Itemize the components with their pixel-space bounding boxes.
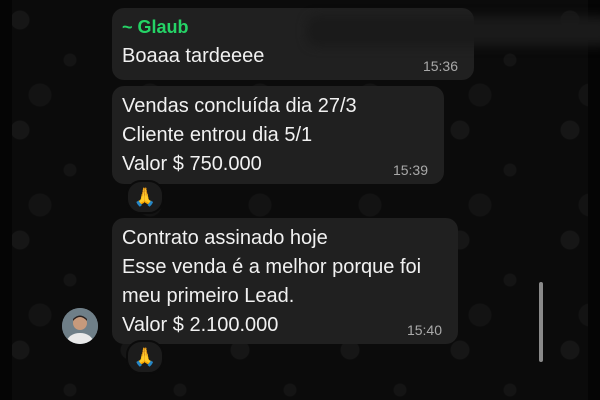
sender-name[interactable]: ~ Glaub <box>122 16 189 38</box>
message-text-line: Esse venda é a melhor porque foi <box>122 256 422 278</box>
message-text-line: Cliente entrou dia 5/1 <box>122 124 313 146</box>
message-bubble-2[interactable]: Vendas concluída dia 27/3 Cliente entrou… <box>112 86 444 184</box>
message-text-line: meu primeiro Lead. <box>122 285 295 307</box>
reaction-badge[interactable]: 🙏 <box>126 180 164 214</box>
folded-hands-icon: 🙏 <box>133 346 157 367</box>
message-timestamp: 15:36 <box>422 58 458 74</box>
message-text-line: Vendas concluída dia 27/3 <box>122 95 357 117</box>
message-text-line: Contrato assinado hoje <box>122 227 328 249</box>
folded-hands-icon: 🙏 <box>133 186 157 207</box>
message-timestamp: 15:39 <box>392 162 428 178</box>
message-text-line: Valor $ 2.100.000 <box>122 314 279 336</box>
message-timestamp: 15:40 <box>406 322 442 338</box>
screen-edge-right <box>588 0 600 400</box>
redacted-sender-blur <box>307 16 600 46</box>
screen-edge-left <box>0 0 12 400</box>
message-bubble-1[interactable]: ~ Glaub Boaaa tardeeee 15:36 <box>112 8 600 80</box>
avatar[interactable] <box>62 308 98 344</box>
message-text: Boaaa tardeeee <box>122 45 265 67</box>
message-bubble-3[interactable]: Contrato assinado hoje Esse venda é a me… <box>112 218 458 344</box>
reaction-badge[interactable]: 🙏 <box>126 340 164 374</box>
avatar-photo <box>62 308 98 344</box>
message-text-line: Valor $ 750.000 <box>122 153 262 175</box>
scrollbar[interactable] <box>539 282 543 362</box>
